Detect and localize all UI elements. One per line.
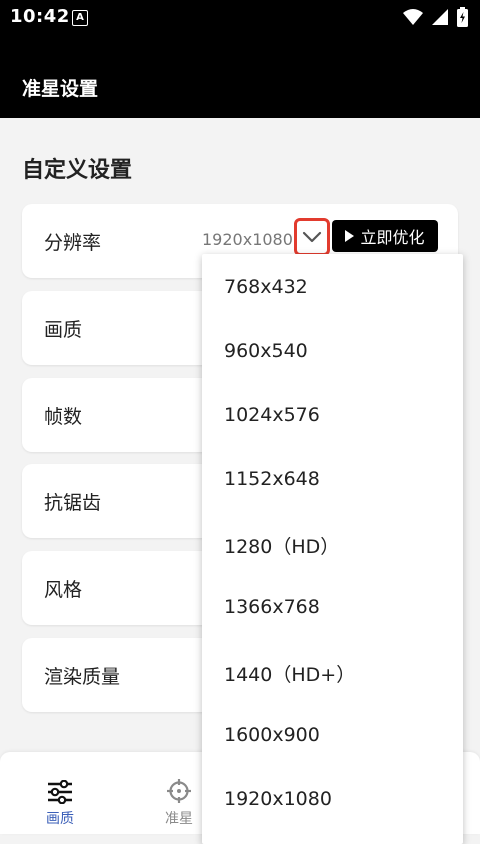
resolution-option[interactable]: 1920x1080 bbox=[224, 788, 332, 810]
optimize-now-label: 立即优化 bbox=[360, 228, 425, 247]
resolution-option[interactable]: 1024x576 bbox=[224, 404, 320, 426]
app-title: 准星设置 bbox=[22, 78, 99, 100]
play-icon bbox=[345, 230, 355, 242]
resolution-dropdown-menu: 768x432 960x540 1024x576 1152x648 1280（H… bbox=[202, 254, 463, 844]
app-bar: 准星设置 bbox=[0, 34, 480, 118]
status-time: 10:42 bbox=[10, 6, 70, 27]
setting-label-framerate: 帧数 bbox=[44, 406, 83, 428]
status-bar: 10:42 A bbox=[0, 0, 480, 34]
setting-label-antialiasing: 抗锯齿 bbox=[44, 492, 102, 514]
resolution-option[interactable]: 1440（HD+） bbox=[224, 660, 355, 687]
resolution-value: 1920x1080 bbox=[202, 230, 293, 249]
optimize-now-button[interactable]: 立即优化 bbox=[332, 220, 438, 252]
setting-label-style: 风格 bbox=[44, 579, 83, 601]
sliders-icon bbox=[48, 780, 72, 804]
crosshair-icon bbox=[167, 779, 191, 803]
resolution-option[interactable]: 1152x648 bbox=[224, 468, 320, 490]
battery-icon bbox=[457, 7, 468, 27]
nav-item-quality[interactable]: 画质 bbox=[25, 774, 95, 828]
resolution-dropdown-toggle[interactable] bbox=[294, 218, 330, 256]
chevron-down-icon bbox=[302, 231, 322, 243]
resolution-option[interactable]: 768x432 bbox=[224, 276, 308, 298]
signal-icon bbox=[432, 9, 448, 25]
setting-label-resolution: 分辨率 bbox=[44, 232, 102, 254]
setting-label-quality: 画质 bbox=[44, 319, 83, 341]
nav-label-quality: 画质 bbox=[46, 811, 74, 827]
wifi-icon bbox=[403, 9, 423, 25]
resolution-option[interactable]: 1366x768 bbox=[224, 596, 320, 618]
setting-label-render-quality: 渲染质量 bbox=[44, 666, 121, 688]
section-title: 自定义设置 bbox=[22, 158, 133, 183]
resolution-option[interactable]: 1600x900 bbox=[224, 724, 320, 746]
resolution-option[interactable]: 960x540 bbox=[224, 340, 308, 362]
notification-a-icon: A bbox=[72, 10, 88, 26]
resolution-option[interactable]: 1280（HD） bbox=[224, 532, 339, 559]
status-icons bbox=[403, 7, 468, 27]
